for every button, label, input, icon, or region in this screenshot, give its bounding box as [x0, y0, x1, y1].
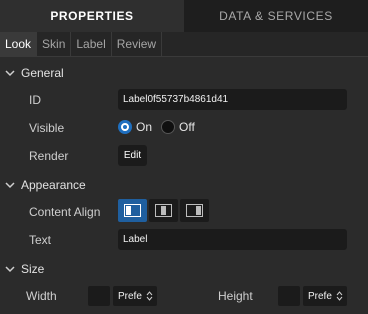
- tab-skin[interactable]: Skin: [37, 32, 72, 56]
- visible-off-radio[interactable]: Off: [161, 120, 195, 134]
- radio-selected-icon: [118, 120, 132, 134]
- section-size-header[interactable]: Size: [0, 258, 368, 280]
- height-unit-value: Prefe: [308, 290, 332, 302]
- align-right-icon: [186, 204, 203, 217]
- render-edit-button[interactable]: Edit: [118, 145, 147, 166]
- tab-label[interactable]: Label: [71, 32, 112, 56]
- id-label: ID: [29, 93, 41, 107]
- height-label: Height: [218, 289, 253, 303]
- chevron-down-icon: [5, 180, 15, 190]
- top-tab-bar: PROPERTIES DATA & SERVICES: [0, 0, 368, 32]
- tab-review[interactable]: Review: [112, 32, 163, 56]
- id-field[interactable]: Label0f55737b4861d41: [118, 89, 347, 110]
- section-appearance-header[interactable]: Appearance: [0, 174, 368, 196]
- radio-unselected-icon: [161, 120, 176, 134]
- visible-on-label: On: [136, 120, 153, 134]
- section-appearance-title: Appearance: [21, 178, 86, 192]
- width-label: Width: [26, 289, 57, 303]
- content-align-label: Content Align: [29, 205, 101, 219]
- sub-tab-bar: Look Skin Label Review: [0, 32, 368, 57]
- chevron-down-icon: [5, 68, 15, 78]
- width-input[interactable]: [88, 286, 110, 306]
- align-right-button[interactable]: [180, 199, 209, 222]
- height-input[interactable]: [278, 286, 300, 306]
- align-left-icon: [124, 204, 141, 217]
- align-center-button[interactable]: [149, 199, 178, 222]
- height-unit-select[interactable]: Prefe: [303, 286, 347, 306]
- width-unit-value: Prefe: [118, 290, 142, 302]
- chevron-updown-icon: [146, 291, 153, 301]
- chevron-down-icon: [5, 264, 15, 274]
- tab-properties[interactable]: PROPERTIES: [0, 0, 184, 32]
- content-align-group: [118, 199, 211, 222]
- text-field[interactable]: Label: [118, 229, 347, 250]
- visible-label: Visible: [29, 121, 65, 135]
- section-size-title: Size: [21, 262, 45, 276]
- visible-radio-group: On Off: [118, 117, 198, 137]
- render-label: Render: [29, 149, 69, 163]
- align-left-button[interactable]: [118, 199, 147, 222]
- width-unit-select[interactable]: Prefe: [113, 286, 157, 306]
- section-general-title: General: [21, 66, 64, 80]
- section-general-header[interactable]: General: [0, 62, 368, 84]
- tab-look[interactable]: Look: [0, 32, 38, 56]
- tab-data-services[interactable]: DATA & SERVICES: [184, 0, 368, 32]
- visible-off-label: Off: [179, 120, 195, 134]
- visible-on-radio[interactable]: On: [118, 120, 152, 134]
- text-label: Text: [29, 233, 52, 247]
- align-center-icon: [155, 204, 172, 217]
- chevron-updown-icon: [336, 291, 343, 301]
